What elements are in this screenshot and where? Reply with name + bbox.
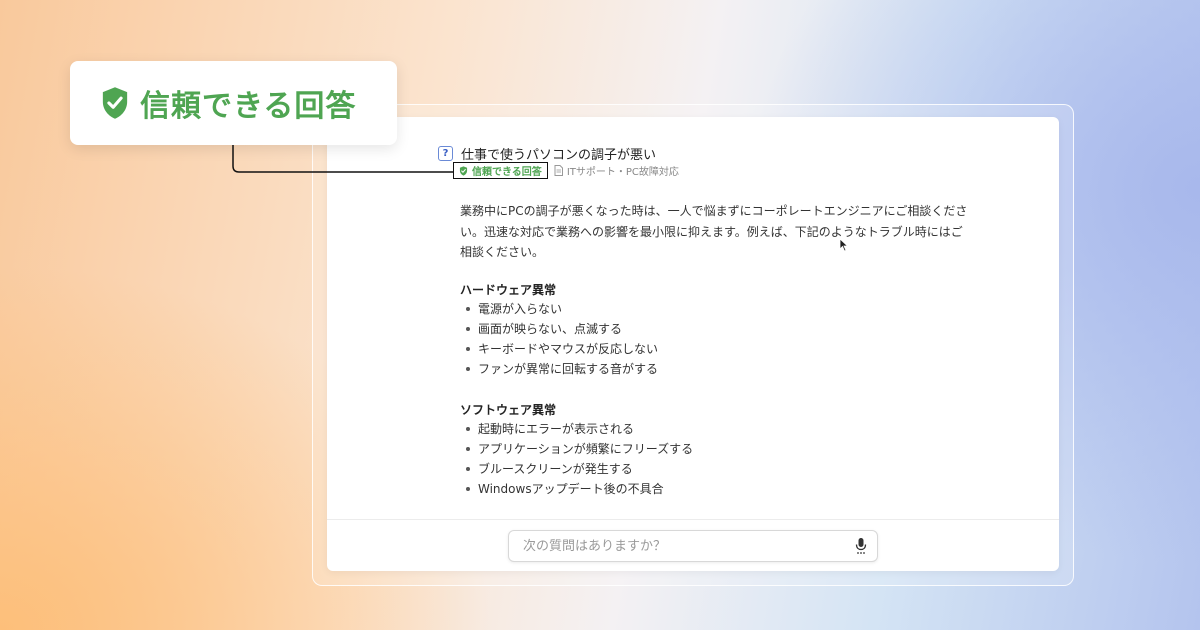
list-item: ファンが異常に回転する音がする — [466, 359, 658, 379]
list-item: Windowsアップデート後の不具合 — [466, 479, 693, 499]
category-link[interactable]: ITサポート・PC故障対応 — [567, 163, 679, 178]
question-square-icon: ? — [438, 146, 453, 161]
intro-line: 業務中にPCの調子が悪くなった時は、一人で悩まずにコーポレートエンジニアにご相談… — [460, 204, 968, 218]
question-row: ? 仕事で使うパソコンの調子が悪い — [438, 144, 656, 163]
software-issue-list: 起動時にエラーが表示される アプリケーションが頻繁にフリーズする ブルースクリー… — [466, 419, 693, 499]
question-text: 仕事で使うパソコンの調子が悪い — [461, 148, 657, 163]
list-item: 画面が映らない、点滅する — [466, 319, 658, 339]
list-item: キーボードやマウスが反応しない — [466, 339, 658, 359]
bullet-icon — [466, 487, 470, 491]
list-item: ブルースクリーンが発生する — [466, 459, 693, 479]
bullet-icon — [466, 367, 470, 371]
microphone-icon[interactable] — [855, 537, 867, 555]
bullet-icon — [466, 447, 470, 451]
input-divider — [327, 519, 1059, 520]
answer-intro: 業務中にPCの調子が悪くなった時は、一人で悩まずにコーポレートエンジニアにご相談… — [460, 201, 980, 263]
answer-body: 業務中にPCの調子が悪くなった時は、一人で悩まずにコーポレートエンジニアにご相談… — [460, 201, 980, 496]
question-input[interactable] — [521, 537, 855, 555]
section-title: ソフトウェア異常 — [460, 403, 557, 417]
intro-line: 相談ください。 — [460, 245, 545, 259]
list-item: 起動時にエラーが表示される — [466, 419, 693, 439]
bullet-icon — [466, 347, 470, 351]
document-icon — [554, 165, 563, 176]
bullet-icon — [466, 307, 470, 311]
intro-line: い。迅速な対応で業務への影響を最小限に抑えます。例えば、下記のようなトラブル時に… — [460, 224, 963, 239]
bullet-icon — [466, 427, 470, 431]
answer-meta: 信頼できる回答 ITサポート・PC故障対応 — [453, 162, 679, 179]
trusted-answer-badge[interactable]: 信頼できる回答 — [453, 162, 548, 179]
shield-check-icon — [459, 165, 468, 176]
question-input-box[interactable] — [508, 530, 878, 562]
bullet-icon — [466, 467, 470, 471]
mouse-cursor-icon — [839, 238, 849, 252]
trusted-answer-callout: 信頼できる回答 — [70, 61, 397, 145]
hardware-issue-list: 電源が入らない 画面が映らない、点滅する キーボードやマウスが反応しない ファン… — [466, 299, 658, 379]
bullet-icon — [466, 327, 470, 331]
shield-check-icon — [102, 87, 128, 119]
section-title: ハードウェア異常 — [460, 283, 557, 297]
list-item: アプリケーションが頻繁にフリーズする — [466, 439, 693, 459]
callout-label: 信頼できる回答 — [140, 89, 357, 124]
badge-label: 信頼できる回答 — [472, 167, 542, 178]
list-item: 電源が入らない — [466, 299, 658, 319]
